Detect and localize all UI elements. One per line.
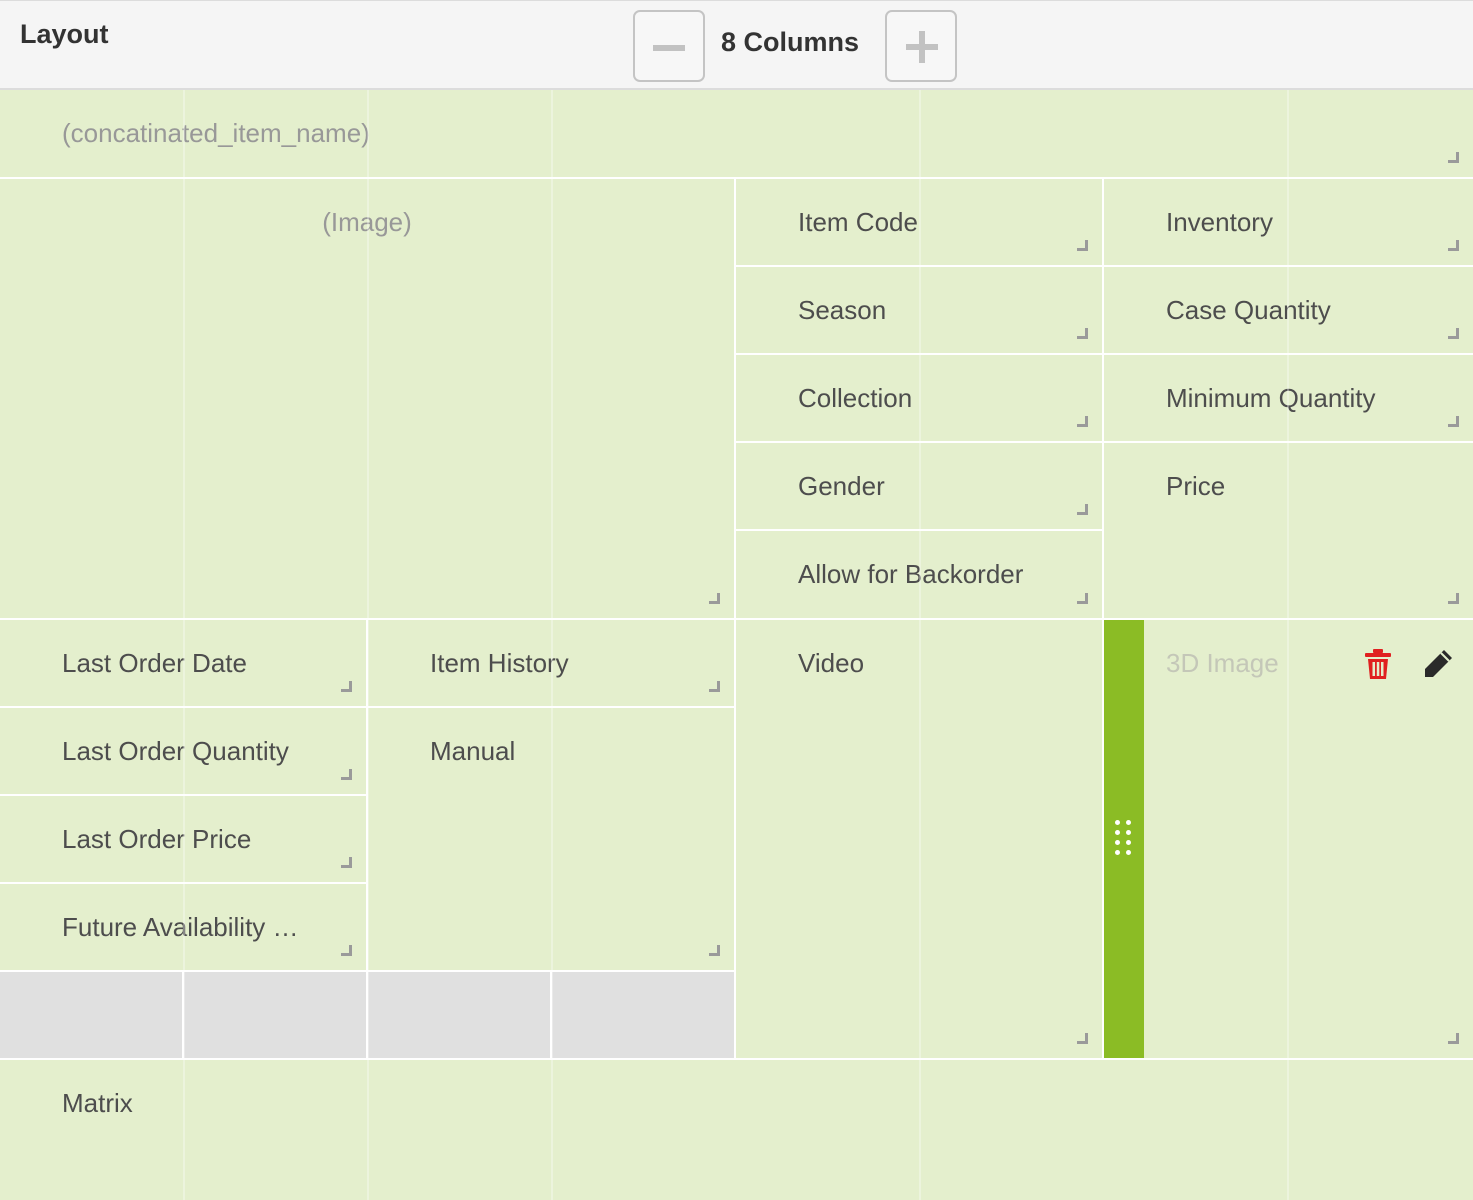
column-count-label: Columns	[743, 27, 860, 57]
column-guide	[551, 90, 553, 1200]
field-label: Collection	[798, 383, 913, 413]
resize-handle-icon[interactable]	[709, 945, 720, 956]
resize-handle-icon[interactable]	[1077, 1033, 1088, 1044]
field-concatenated-item-name[interactable]: (concatinated_item_name)	[0, 90, 1473, 177]
resize-handle-icon[interactable]	[1448, 593, 1459, 604]
empty-grid-slot[interactable]	[368, 972, 550, 1058]
layout-header: Layout 8 Columns	[0, 0, 1473, 90]
resize-handle-icon[interactable]	[1077, 504, 1088, 515]
empty-grid-slot[interactable]	[184, 972, 366, 1058]
field-label: Last Order Price	[62, 824, 252, 854]
field-label: Inventory	[1166, 207, 1273, 237]
trash-icon[interactable]	[1360, 646, 1396, 682]
column-count-value: 8	[721, 27, 737, 57]
field-label: Future Availability …	[62, 912, 299, 942]
empty-grid-slot[interactable]	[0, 972, 182, 1058]
column-guide	[919, 90, 921, 1200]
resize-handle-icon[interactable]	[341, 769, 352, 780]
minus-icon	[653, 45, 685, 51]
resize-handle-icon[interactable]	[1448, 1033, 1459, 1044]
resize-handle-icon[interactable]	[1077, 240, 1088, 251]
field-label: Allow for Backorder	[798, 559, 1024, 589]
increase-columns-button[interactable]	[885, 10, 957, 82]
resize-handle-icon[interactable]	[341, 681, 352, 692]
field-label: Item History	[430, 648, 569, 678]
field-label: Last Order Quantity	[62, 736, 289, 766]
resize-handle-icon[interactable]	[1448, 416, 1459, 427]
column-guide	[183, 90, 185, 1200]
resize-handle-icon[interactable]	[341, 945, 352, 956]
resize-handle-icon[interactable]	[1077, 593, 1088, 604]
field-label: Last Order Date	[62, 648, 247, 678]
resize-handle-icon[interactable]	[709, 593, 720, 604]
resize-handle-icon[interactable]	[1448, 328, 1459, 339]
field-matrix[interactable]: Matrix	[0, 1060, 1473, 1200]
field-label: Video	[798, 648, 865, 678]
empty-grid-slot[interactable]	[552, 972, 734, 1058]
resize-handle-icon[interactable]	[1448, 240, 1459, 251]
resize-handle-icon[interactable]	[1077, 416, 1088, 427]
column-guide	[1287, 90, 1289, 1200]
resize-handle-icon[interactable]	[1077, 328, 1088, 339]
resize-handle-icon[interactable]	[1448, 152, 1459, 163]
resize-handle-icon[interactable]	[709, 681, 720, 692]
field-label: Item Code	[798, 207, 918, 237]
field-label: 3D Image	[1166, 648, 1279, 678]
field-label: Minimum Quantity	[1166, 383, 1376, 413]
field-label: Season	[798, 295, 887, 325]
field-label: Matrix	[62, 1088, 133, 1118]
field-label: Manual	[430, 736, 516, 766]
drag-handle-icon[interactable]	[1104, 620, 1144, 1058]
column-guide	[367, 90, 369, 1200]
field-label: Gender	[798, 471, 885, 501]
layout-grid: (concatinated_item_name) (Image) Item Co…	[0, 90, 1473, 1200]
field-label: Price	[1166, 471, 1226, 501]
pencil-icon[interactable]	[1420, 646, 1456, 682]
page-title: Layout	[20, 19, 109, 49]
field-label: (concatinated_item_name)	[62, 118, 370, 148]
decrease-columns-button[interactable]	[633, 10, 705, 82]
column-count-display: 8 Columns	[721, 27, 859, 58]
resize-handle-icon[interactable]	[341, 857, 352, 868]
field-label: Case Quantity	[1166, 295, 1331, 325]
